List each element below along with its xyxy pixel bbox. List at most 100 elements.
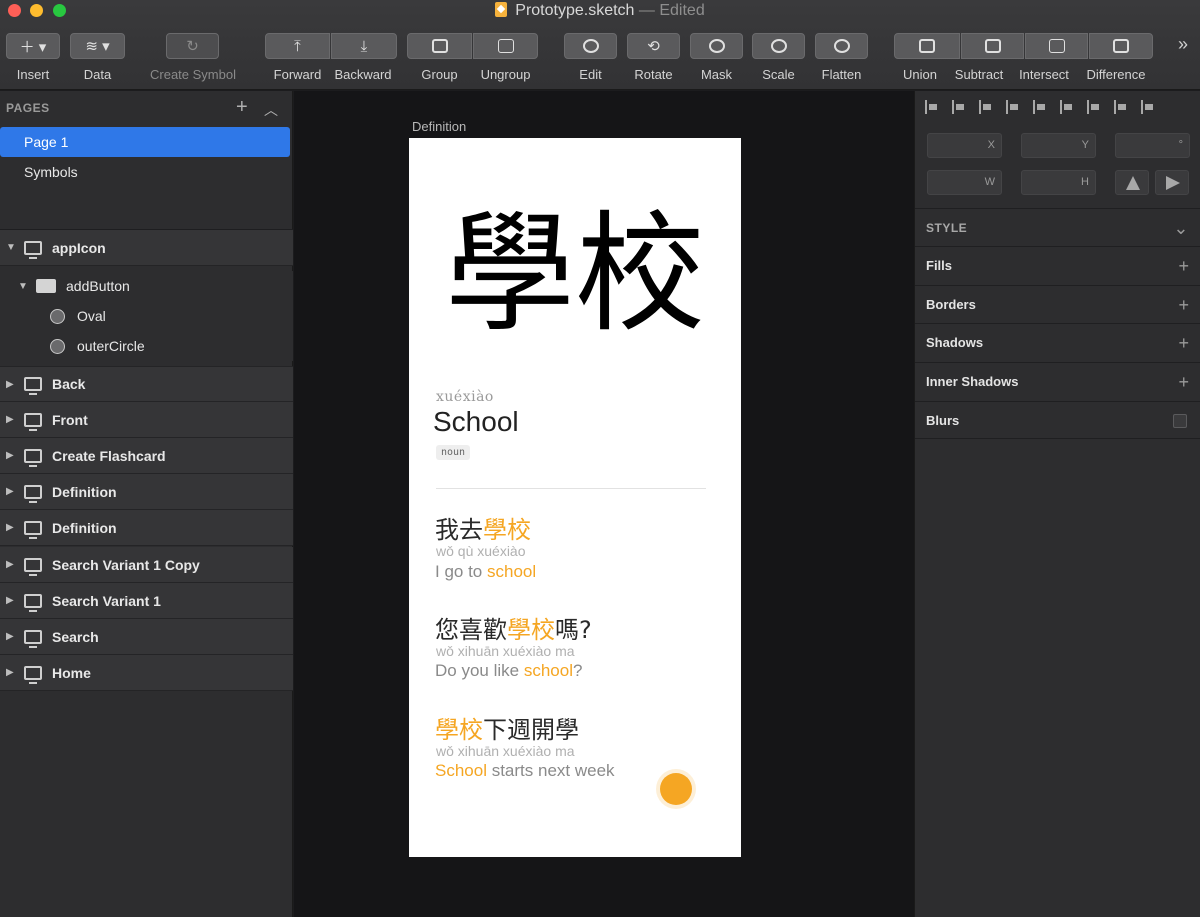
- example-text: 下週開學: [483, 716, 579, 744]
- style-section-header[interactable]: STYLE ⌄: [915, 208, 1200, 246]
- layer-artboard-search-variant-1-copy[interactable]: ▶ Search Variant 1 Copy: [0, 547, 293, 583]
- layer-shape-outercircle[interactable]: outerCircle: [0, 331, 293, 361]
- disclosure-collapsed-icon[interactable]: ▶: [6, 631, 16, 642]
- layer-shape-oval[interactable]: Oval: [0, 301, 293, 331]
- edit-vector-icon: [582, 39, 599, 53]
- disclosure-collapsed-icon[interactable]: ▶: [6, 450, 16, 461]
- section-title: Blurs: [926, 413, 960, 428]
- fills-section[interactable]: Fills +: [915, 246, 1200, 284]
- artboard-title[interactable]: Definition: [412, 119, 466, 134]
- add-page-icon[interactable]: +: [236, 96, 248, 119]
- blurs-section[interactable]: Blurs: [915, 401, 1200, 439]
- design-canvas[interactable]: Definition 學校 xuéxiào School noun 我去學校 w…: [294, 91, 914, 917]
- align-left-icon[interactable]: [1006, 100, 1020, 114]
- subtract-button[interactable]: [961, 33, 1024, 59]
- scale-button[interactable]: [752, 33, 805, 59]
- difference-button[interactable]: [1089, 33, 1153, 59]
- add-border-icon[interactable]: +: [1178, 286, 1189, 324]
- insert-button[interactable]: ＋ ▾: [6, 33, 60, 59]
- distribute-horizontal-icon[interactable]: [925, 100, 939, 114]
- difference-icon: [1113, 39, 1129, 53]
- disclosure-expanded-icon[interactable]: ▼: [18, 281, 28, 292]
- flatten-button[interactable]: [815, 33, 868, 59]
- flip-horizontal-icon: [1126, 176, 1140, 190]
- add-fill-icon[interactable]: +: [1178, 247, 1189, 285]
- page-item-page-1[interactable]: Page 1: [0, 127, 290, 157]
- y-position-field[interactable]: Y: [1021, 133, 1096, 158]
- edit-button[interactable]: [564, 33, 617, 59]
- toolbar-overflow-button[interactable]: »: [1178, 34, 1188, 55]
- mask-button[interactable]: [690, 33, 743, 59]
- artboard-icon: [24, 377, 42, 395]
- group-button[interactable]: [407, 33, 472, 59]
- blur-checkbox[interactable]: [1173, 414, 1187, 428]
- insert-label: Insert: [16, 67, 50, 82]
- align-bottom-icon[interactable]: [1141, 100, 1155, 114]
- x-position-field[interactable]: X: [927, 133, 1002, 158]
- flip-vertical-button[interactable]: [1155, 170, 1189, 195]
- add-floating-button[interactable]: [660, 773, 692, 805]
- width-field[interactable]: W: [927, 170, 1002, 195]
- union-button[interactable]: [894, 33, 960, 59]
- align-middle-icon[interactable]: [1114, 100, 1128, 114]
- flip-horizontal-button[interactable]: [1115, 170, 1149, 195]
- distribute-vertical-icon[interactable]: [952, 100, 966, 114]
- ungroup-button[interactable]: [473, 33, 538, 59]
- layer-artboard-definition-2[interactable]: ▶ Definition: [0, 510, 293, 546]
- chevron-up-icon[interactable]: ︿: [264, 100, 278, 120]
- backward-button[interactable]: ⤓: [331, 33, 397, 59]
- add-inner-shadow-icon[interactable]: +: [1178, 363, 1189, 401]
- disclosure-collapsed-icon[interactable]: ▶: [6, 522, 16, 533]
- layer-name: Back: [52, 376, 86, 392]
- edit-label: Edit: [579, 67, 602, 82]
- subtract-icon: [984, 39, 1001, 53]
- forward-button[interactable]: ⤒: [265, 33, 330, 59]
- example-text: 您喜歡: [435, 616, 507, 644]
- intersect-label: Intersect: [1019, 67, 1069, 82]
- group-label: Group: [421, 67, 458, 82]
- layer-artboard-front[interactable]: ▶ Front: [0, 402, 293, 438]
- example-1-pinyin: wǒ qù xuéxiào: [436, 543, 526, 559]
- artboard-icon: [24, 593, 42, 612]
- chevron-down-icon[interactable]: ⌄: [1173, 209, 1189, 247]
- flatten-icon: [833, 39, 850, 53]
- add-shadow-icon[interactable]: +: [1178, 324, 1189, 362]
- align-top-icon[interactable]: [1087, 100, 1101, 114]
- rotate-button[interactable]: ⟲: [627, 33, 680, 59]
- disclosure-collapsed-icon[interactable]: ▶: [6, 414, 16, 425]
- more-options-icon[interactable]: [979, 100, 993, 114]
- align-right-icon[interactable]: [1060, 100, 1074, 114]
- layer-artboard-home[interactable]: ▶ Home: [0, 655, 293, 691]
- disclosure-expanded-icon[interactable]: ▼: [6, 242, 16, 253]
- layer-artboard-search[interactable]: ▶ Search: [0, 619, 293, 655]
- example-highlight: school: [523, 661, 573, 680]
- layer-artboard-back[interactable]: ▶ Back: [0, 366, 293, 402]
- ungroup-label: Ungroup: [480, 67, 531, 82]
- example-text: ?: [572, 661, 583, 680]
- disclosure-collapsed-icon[interactable]: ▶: [6, 559, 16, 570]
- artboard-definition[interactable]: 學校 xuéxiào School noun 我去學校 wǒ qù xuéxià…: [409, 138, 741, 857]
- inner-shadows-section[interactable]: Inner Shadows +: [915, 362, 1200, 400]
- layer-artboard-search-variant-1[interactable]: ▶ Search Variant 1: [0, 583, 293, 619]
- page-item-symbols[interactable]: Symbols: [0, 157, 290, 187]
- layer-artboard-create-flashcard[interactable]: ▶ Create Flashcard: [0, 438, 293, 474]
- height-field[interactable]: H: [1021, 170, 1096, 195]
- backward-label: Backward: [334, 67, 392, 82]
- intersect-button[interactable]: [1025, 33, 1088, 59]
- disclosure-collapsed-icon[interactable]: ▶: [6, 486, 16, 497]
- layer-artboard-appicon[interactable]: ▼ appIcon: [0, 230, 293, 266]
- disclosure-collapsed-icon[interactable]: ▶: [6, 667, 16, 678]
- borders-section[interactable]: Borders +: [915, 285, 1200, 323]
- data-button[interactable]: ≋ ▾: [70, 33, 125, 59]
- rotate-icon: ⟲: [647, 38, 660, 55]
- create-symbol-button[interactable]: ↻: [166, 33, 219, 59]
- layer-group-addbutton[interactable]: ▼ addButton: [0, 271, 293, 301]
- disclosure-collapsed-icon[interactable]: ▶: [6, 595, 16, 606]
- align-center-horizontal-icon[interactable]: [1033, 100, 1047, 114]
- rotation-field[interactable]: °: [1115, 133, 1190, 158]
- flip-vertical-icon: [1166, 176, 1180, 190]
- disclosure-collapsed-icon[interactable]: ▶: [6, 379, 16, 390]
- layer-artboard-definition[interactable]: ▶ Definition: [0, 474, 293, 510]
- oval-shape-icon: [50, 338, 65, 354]
- shadows-section[interactable]: Shadows +: [915, 323, 1200, 361]
